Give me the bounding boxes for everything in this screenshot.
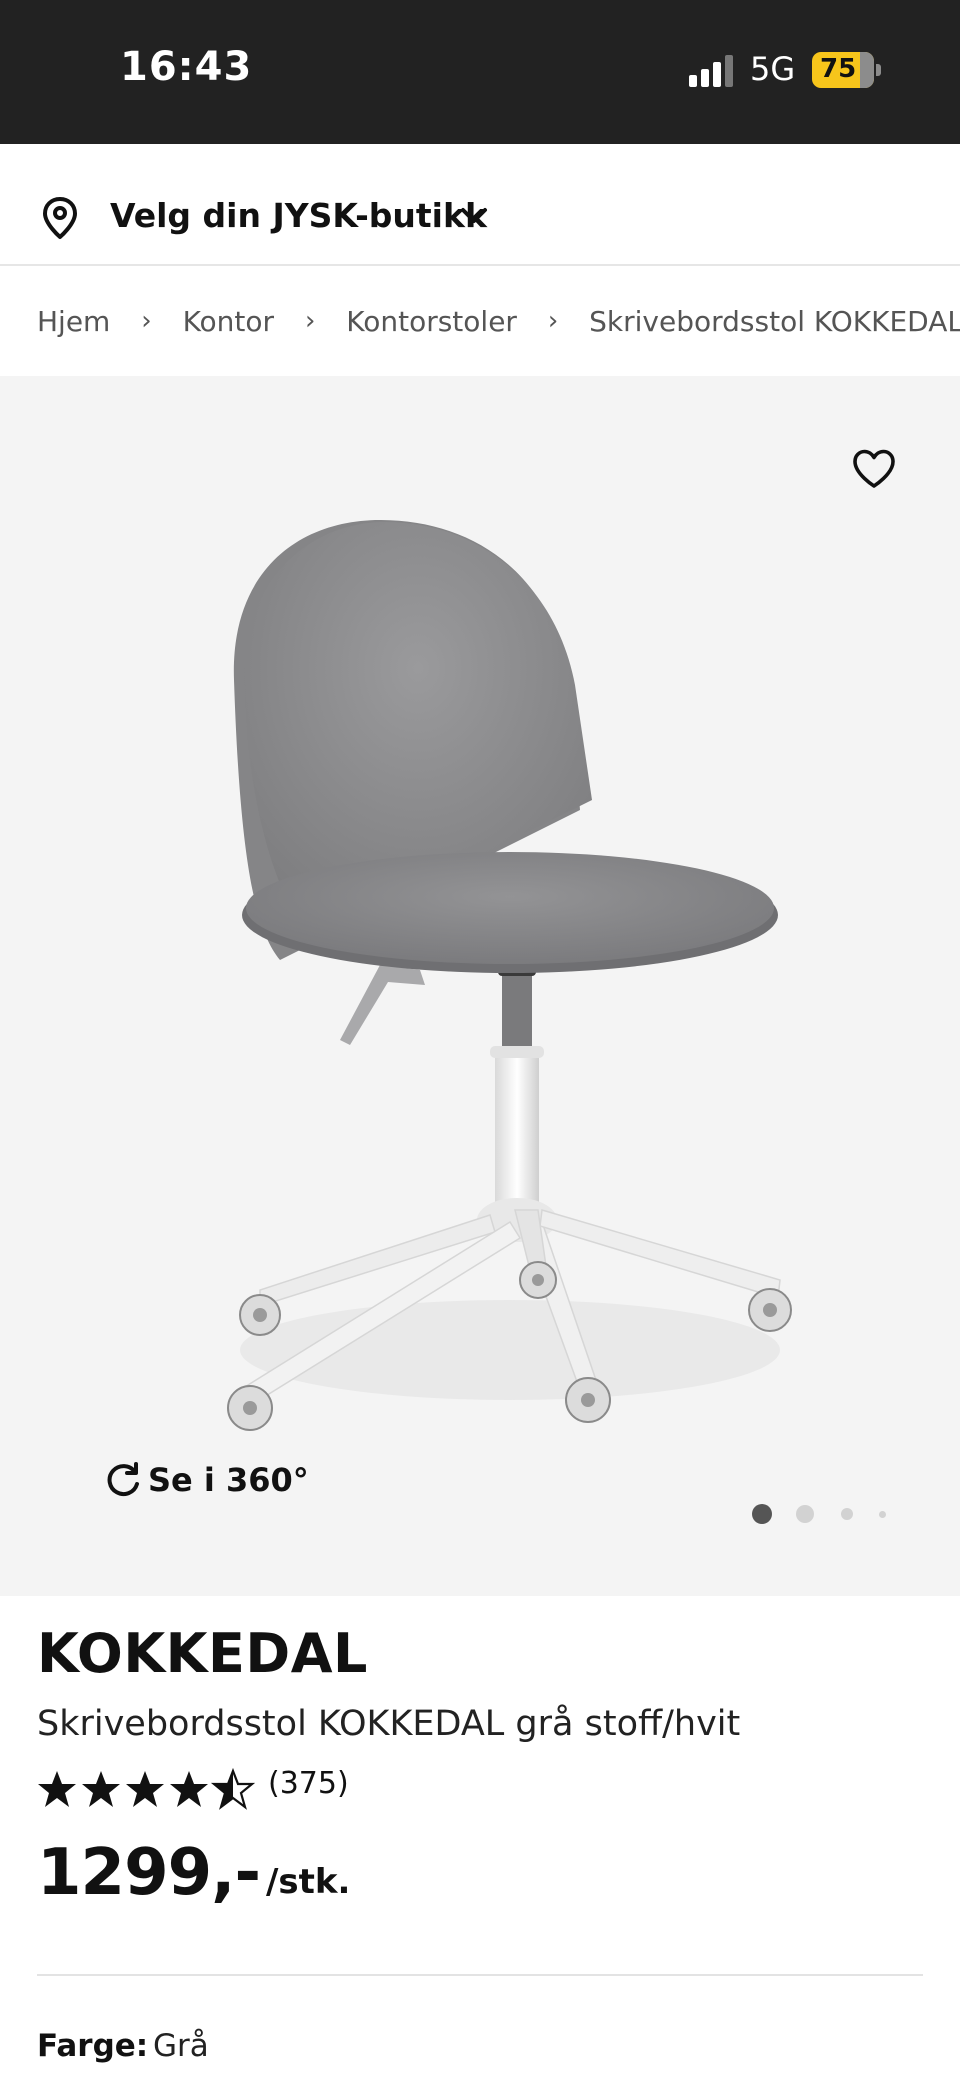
breadcrumb-item-current: Skrivebordsstol KOKKEDAL g (589, 304, 960, 338)
product-brand: KOKKEDAL (37, 1622, 368, 1685)
divider (37, 1974, 923, 1976)
chevron-down-icon (461, 208, 487, 223)
gallery-dot[interactable] (841, 1508, 853, 1520)
product-name: Skrivebordsstol KOKKEDAL grå stoff/hvit (37, 1704, 741, 1744)
status-time: 16:43 (120, 44, 253, 90)
breadcrumb-item-hjem[interactable]: Hjem (37, 305, 110, 338)
color-label: Farge: (37, 2028, 149, 2064)
gallery-dot[interactable] (879, 1511, 886, 1518)
breadcrumb-separator-icon: › (141, 306, 152, 336)
product-price: 1299,- (37, 1836, 261, 1910)
price-unit: /stk. (266, 1862, 351, 1902)
rotate-360-icon[interactable] (103, 1460, 143, 1500)
favorite-heart-icon[interactable] (851, 448, 897, 490)
gallery-dot-active[interactable] (752, 1504, 772, 1524)
gallery-pagination (750, 1502, 890, 1526)
product-image-chair (227, 520, 792, 1431)
breadcrumb-separator-icon: › (304, 306, 316, 336)
rating-stars-icon[interactable] (37, 1766, 257, 1810)
store-selector-label: Velg din JYSK-butikk (110, 196, 487, 235)
breadcrumb-item-kontorstoler[interactable]: Kontorstoler (346, 305, 517, 338)
battery-cap (876, 64, 881, 76)
breadcrumb-item-kontor[interactable]: Kontor (183, 305, 274, 338)
battery-level: 75 (820, 54, 857, 84)
store-selector[interactable]: Velg din JYSK-butikk (0, 144, 960, 266)
battery-icon: 75 (812, 52, 874, 88)
gallery-dot[interactable] (796, 1505, 814, 1523)
review-count[interactable]: (375) (268, 1766, 349, 1801)
status-bar: 16:43 5G 75 (0, 0, 960, 144)
location-pin-icon (43, 197, 77, 239)
signal-strength-icon (689, 55, 733, 87)
view-360-button[interactable]: Se i 360° (148, 1461, 309, 1499)
breadcrumb: Hjem › Kontor › Kontorstoler › Skrivebor… (37, 303, 960, 343)
network-type: 5G (750, 50, 796, 88)
breadcrumb-separator-icon: › (547, 306, 559, 336)
color-value: Grå (153, 2028, 209, 2064)
